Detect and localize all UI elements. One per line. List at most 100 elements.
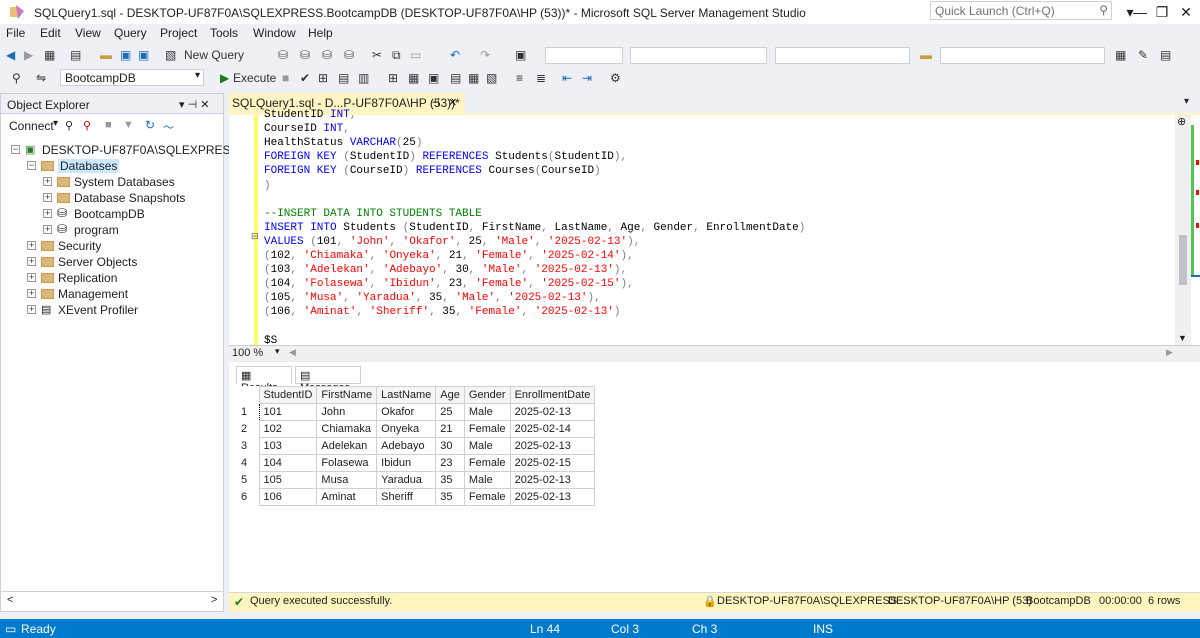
find-files-icon[interactable]: ▬ — [920, 48, 932, 62]
expand-icon[interactable]: + — [27, 289, 36, 298]
tree-node-database-snapshots[interactable]: + Database Snapshots — [1, 190, 223, 206]
connect-icon[interactable]: ⚲ — [12, 71, 21, 85]
expand-icon[interactable]: + — [27, 241, 36, 250]
specify-values-icon[interactable]: ⚙ — [610, 71, 621, 85]
target-combo[interactable] — [775, 47, 910, 64]
table-cell[interactable]: Ibidun — [376, 454, 437, 472]
results-window-icon[interactable]: ▣ — [515, 48, 526, 62]
results-to-file-icon[interactable]: ▧ — [486, 71, 497, 85]
collapse-icon[interactable]: − — [27, 161, 36, 170]
tab-list-icon[interactable]: ▾ — [1184, 96, 1189, 107]
live-stats-icon[interactable]: ▣ — [428, 71, 439, 85]
quick-launch-input[interactable]: Quick Launch (Ctrl+Q) ⚲ — [930, 1, 1112, 20]
tree-node-security[interactable]: + Security — [1, 238, 223, 254]
menu-view[interactable]: View — [75, 26, 101, 40]
collapse-icon[interactable]: − — [11, 145, 20, 154]
table-cell[interactable]: Okafor — [376, 403, 437, 421]
tab-messages[interactable]: ▤ Messages — [295, 366, 361, 394]
scroll-right-icon[interactable]: ▶ — [1166, 347, 1173, 358]
row-number[interactable]: 5 — [237, 471, 259, 489]
tree-node-system-databases[interactable]: + System Databases — [1, 174, 223, 190]
scroll-right-icon[interactable]: > — [211, 594, 217, 606]
tree-node-desktop-uf87f0a-sqlexpress-sql-s[interactable]: − ▣ DESKTOP-UF87F0A\SQLEXPRESS (SQL S — [1, 142, 281, 158]
save-all-icon[interactable]: ▣ — [138, 48, 149, 62]
table-cell[interactable]: Sheriff — [376, 488, 437, 506]
activity-monitor-icon[interactable]: 〜 — [163, 119, 174, 135]
panel-pin-close-icon[interactable]: ▾ ⊣ ✕ — [179, 98, 209, 111]
extensions-icon[interactable]: ▤ — [1160, 48, 1171, 62]
table-cell[interactable]: Adelekan — [316, 437, 378, 455]
parse-icon[interactable]: ✔ — [300, 71, 310, 85]
find-combo[interactable] — [940, 47, 1105, 64]
table-cell[interactable]: 106 — [258, 488, 318, 506]
table-cell[interactable]: 103 — [258, 437, 318, 455]
save-icon[interactable]: ▣ — [120, 48, 131, 62]
database-select[interactable]: BootcampDB ▾ — [60, 69, 204, 86]
new-query-button[interactable]: New Query — [184, 48, 244, 62]
close-button[interactable]: ✕ — [1174, 2, 1198, 22]
column-header[interactable]: LastName — [376, 386, 437, 404]
scroll-left-icon[interactable]: ◀ — [289, 347, 296, 358]
menu-window[interactable]: Window — [253, 26, 296, 40]
menu-tools[interactable]: Tools — [210, 26, 238, 40]
grid-corner[interactable] — [237, 386, 259, 404]
table-cell[interactable]: Adebayo — [376, 437, 437, 455]
table-cell[interactable]: 101 — [258, 403, 318, 421]
column-header[interactable]: Gender — [463, 386, 511, 404]
estimated-plan-icon[interactable]: ⊞ — [318, 71, 328, 85]
table-cell[interactable]: 25 — [435, 403, 465, 421]
dmx-query-icon[interactable]: ⛁ — [300, 48, 310, 62]
row-number[interactable]: 1 — [237, 403, 259, 421]
table-cell[interactable]: 21 — [435, 420, 465, 438]
row-number[interactable]: 3 — [237, 437, 259, 455]
pin-icon[interactable]: ⊣ — [430, 96, 440, 109]
table-cell[interactable]: 2025-02-15 — [509, 454, 596, 472]
output-window-icon[interactable]: ▭ — [5, 622, 16, 636]
mdx-query-icon[interactable]: ⛁ — [278, 48, 288, 62]
sql-editor[interactable]: ⊟ StudentID INT, CourseID INT, HealthStatu… — [229, 109, 1200, 347]
disconnect-icon[interactable]: ⚲ — [83, 119, 91, 132]
paste-icon[interactable]: ▭ — [410, 48, 421, 62]
tab-results[interactable]: ▦ Results — [236, 366, 292, 394]
expand-icon[interactable]: + — [27, 257, 36, 266]
table-cell[interactable]: 104 — [258, 454, 318, 472]
table-cell[interactable]: Folasewa — [316, 454, 378, 472]
close-tab-icon[interactable]: ✕ — [448, 96, 457, 109]
column-header[interactable]: Age — [435, 386, 465, 404]
uncomment-icon[interactable]: ≣ — [536, 71, 546, 85]
table-cell[interactable]: Male — [463, 471, 511, 489]
table-row[interactable]: 1 101 John Okafor 25 Male 2025-02-13 — [237, 403, 596, 421]
comment-icon[interactable]: ≡ — [516, 71, 523, 85]
table-cell[interactable]: 105 — [258, 471, 318, 489]
back-icon[interactable]: ◀ — [6, 48, 15, 62]
results-to-grid-icon[interactable]: ▦ — [468, 71, 479, 85]
row-number[interactable]: 6 — [237, 488, 259, 506]
das-query-icon[interactable]: ⛁ — [344, 48, 354, 62]
open-file-icon[interactable]: ▬ — [100, 48, 112, 62]
row-number[interactable]: 4 — [237, 454, 259, 472]
table-row[interactable]: 6 106 Aminat Sheriff 35 Female 2025-02-13 — [237, 488, 596, 506]
column-header[interactable]: StudentID — [258, 386, 318, 404]
table-cell[interactable]: Aminat — [316, 488, 378, 506]
scroll-thumb[interactable] — [1179, 235, 1187, 285]
increase-indent-icon[interactable]: ⇥ — [582, 71, 592, 85]
stop-icon[interactable]: ■ — [282, 71, 289, 85]
xmla-query-icon[interactable]: ⛁ — [322, 48, 332, 62]
table-cell[interactable]: Yaradua — [376, 471, 437, 489]
split-icon[interactable]: ⊕ — [1177, 115, 1186, 128]
table-row[interactable]: 5 105 Musa Yaradua 35 Male 2025-02-13 — [237, 471, 596, 489]
menu-help[interactable]: Help — [308, 26, 333, 40]
table-cell[interactable]: 30 — [435, 437, 465, 455]
menu-query[interactable]: Query — [114, 26, 147, 40]
column-header[interactable]: FirstName — [316, 386, 378, 404]
copy-icon[interactable]: ⧉ — [392, 48, 401, 63]
table-cell[interactable]: Female — [463, 420, 511, 438]
scroll-left-icon[interactable]: < — [7, 594, 13, 606]
refresh-icon[interactable]: ↻ — [145, 118, 155, 132]
table-cell[interactable]: 23 — [435, 454, 465, 472]
expand-icon[interactable]: + — [27, 273, 36, 282]
collapse-icon[interactable]: ⊟ — [251, 231, 259, 242]
column-header[interactable]: EnrollmentDate — [509, 386, 596, 404]
platform-combo[interactable] — [630, 47, 767, 64]
query-options-icon[interactable]: ▤ — [338, 71, 349, 85]
